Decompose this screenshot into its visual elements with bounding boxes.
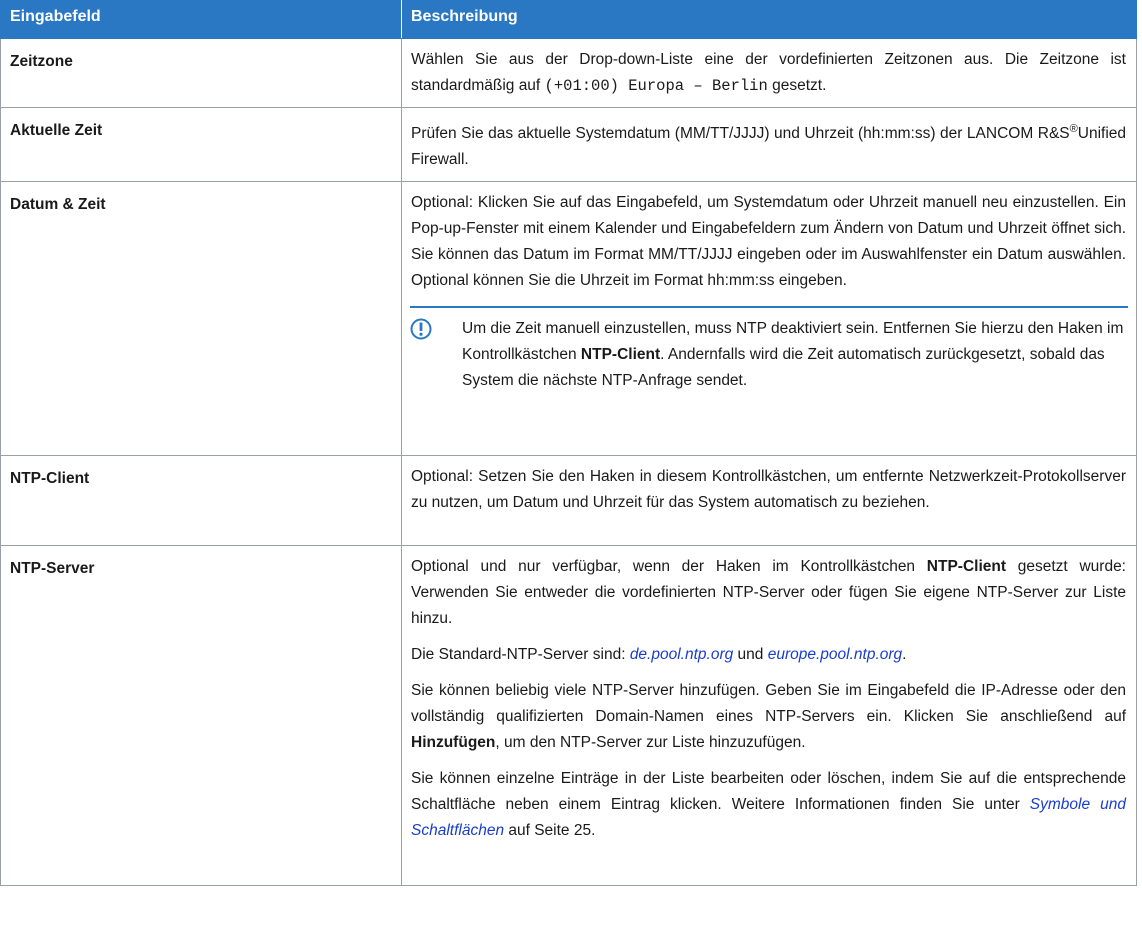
default-timezone-value: (+01:00) Europa – Berlin bbox=[544, 77, 768, 95]
registered-mark: ® bbox=[1069, 123, 1078, 135]
note-text: Um die Zeit manuell einzustellen, muss N… bbox=[462, 316, 1128, 394]
field-name: Datum & Zeit bbox=[0, 181, 402, 457]
description-paragraph: Sie können beliebig viele NTP-Server hin… bbox=[402, 676, 1136, 764]
field-name: NTP-Client bbox=[0, 455, 402, 547]
field-name: Aktuelle Zeit bbox=[0, 106, 402, 183]
field-description: Optional: Klicken Sie auf das Eingabefel… bbox=[401, 181, 1137, 457]
info-exclamation-icon bbox=[410, 316, 462, 394]
table-row: Zeitzone Wählen Sie aus der Drop-down-Li… bbox=[0, 38, 1137, 108]
table-header-row: Eingabefeld Beschreibung bbox=[0, 0, 1137, 39]
text-span: Die Standard-NTP-Server sind: bbox=[411, 646, 630, 664]
field-description: Optional: Setzen Sie den Haken in diesem… bbox=[401, 455, 1137, 547]
table-row: NTP-Client Optional: Setzen Sie den Hake… bbox=[0, 455, 1137, 547]
description-paragraph: Prüfen Sie das aktuelle Systemdatum (MM/… bbox=[402, 108, 1136, 181]
field-name: NTP-Server bbox=[0, 545, 402, 887]
text-span: auf Seite 25. bbox=[504, 822, 596, 840]
text-span: Prüfen Sie das aktuelle Systemdatum (MM/… bbox=[411, 125, 1070, 143]
text-span: Sie können einzelne Einträge in der List… bbox=[411, 770, 1126, 814]
ntp-client-ref: NTP-Client bbox=[926, 558, 1007, 576]
add-button-ref: Hinzufügen bbox=[411, 734, 496, 752]
table-row: NTP-Server Optional und nur verfügbar, w… bbox=[0, 545, 1137, 887]
text-span: . bbox=[902, 646, 907, 664]
header-input-field: Eingabefeld bbox=[0, 0, 402, 39]
ntp-server-link-europe[interactable]: europe.pool.ntp.org bbox=[768, 646, 902, 663]
table-row: Datum & Zeit Optional: Klicken Sie auf d… bbox=[0, 181, 1137, 457]
ntp-server-link-de[interactable]: de.pool.ntp.org bbox=[630, 646, 733, 663]
description-paragraph: Die Standard-NTP-Server sind: de.pool.nt… bbox=[402, 640, 1136, 676]
header-description: Beschreibung bbox=[401, 0, 1137, 39]
description-paragraph: Optional: Setzen Sie den Haken in diesem… bbox=[411, 468, 1126, 512]
note-box: Um die Zeit manuell einzustellen, muss N… bbox=[410, 306, 1128, 398]
text-span: und bbox=[733, 646, 768, 664]
field-description: Optional und nur verfügbar, wenn der Hak… bbox=[401, 545, 1137, 887]
text-span: , um den NTP-Server zur Liste hinzuzufüg… bbox=[495, 734, 806, 752]
description-paragraph: Wählen Sie aus der Drop-down-Liste eine … bbox=[402, 39, 1136, 107]
description-paragraph: Optional: Klicken Sie auf das Eingabefel… bbox=[411, 194, 1126, 290]
table-row: Aktuelle Zeit Prüfen Sie das aktuelle Sy… bbox=[0, 106, 1137, 183]
field-description: Wählen Sie aus der Drop-down-Liste eine … bbox=[401, 38, 1137, 108]
text-span: gesetzt. bbox=[767, 77, 827, 94]
text-span: Sie können beliebig viele NTP-Server hin… bbox=[411, 682, 1126, 726]
description-paragraph: Sie können einzelne Einträge in der List… bbox=[402, 764, 1136, 852]
ntp-client-ref: NTP-Client bbox=[580, 346, 661, 364]
parameter-table: Eingabefeld Beschreibung Zeitzone Wählen… bbox=[0, 0, 1137, 887]
text-span: Optional und nur verfügbar, wenn der Hak… bbox=[411, 558, 927, 576]
field-description: Prüfen Sie das aktuelle Systemdatum (MM/… bbox=[401, 106, 1137, 183]
description-paragraph: Optional und nur verfügbar, wenn der Hak… bbox=[402, 546, 1136, 640]
field-name: Zeitzone bbox=[0, 38, 402, 108]
